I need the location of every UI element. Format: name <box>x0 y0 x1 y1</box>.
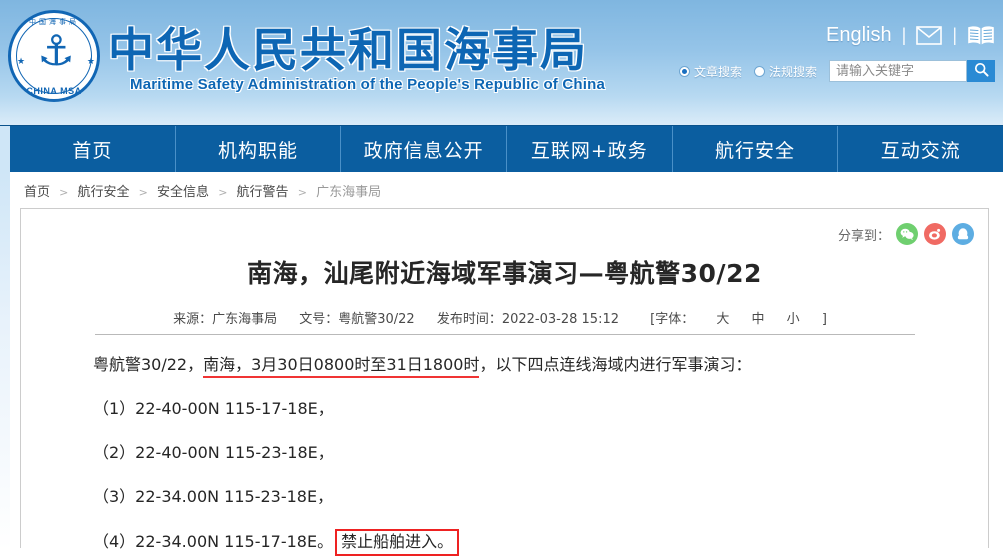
search-icon <box>974 62 989 80</box>
nav-item-functions[interactable]: 机构职能 <box>176 126 342 172</box>
breadcrumb-item-navigation-safety[interactable]: 航行安全 <box>78 185 130 200</box>
radio-regulation-icon[interactable] <box>753 65 765 77</box>
font-size-controls: [字体： 大 中 小 ] <box>641 312 836 327</box>
article-meta: 来源：广东海事局 文号：粤航警30/22 发布时间：2022-03-28 15:… <box>155 308 855 327</box>
article-source: 来源：广东海事局 <box>173 312 278 327</box>
no-entry-warning: 禁止船舶进入。 <box>335 529 460 556</box>
content-area: 首页 > 航行安全 > 安全信息 > 航行警告 > 广东海事局 分享到： 南海，… <box>10 172 1003 556</box>
nav-item-interaction[interactable]: 互动交流 <box>838 126 1003 172</box>
star-icon-right: ★ <box>86 56 95 66</box>
search-option-article-label: 文章搜索 <box>693 64 742 79</box>
nav-item-home[interactable]: 首页 <box>10 126 176 172</box>
share-row: 分享到： <box>838 223 974 245</box>
radio-article-icon[interactable] <box>678 65 690 77</box>
breadcrumb: 首页 > 航行安全 > 安全信息 > 航行警告 > 广东海事局 <box>10 172 1003 208</box>
coordinate-item-4: （4）22-34.00N 115-17-18E。 禁止船舶进入。 <box>93 529 958 556</box>
article-panel: 分享到： 南海，汕尾附近海域军事演习—粤航警30/22 来源：广东海事局 文号：… <box>20 208 989 556</box>
breadcrumb-separator: > <box>59 186 69 199</box>
font-size-prefix: [字体： <box>650 312 695 327</box>
coordinate-item-1: （1）22-40-00N 115-17-18E， <box>93 399 334 418</box>
coordinate-item-2: （2）22-40-00N 115-23-18E， <box>93 443 334 462</box>
page-body: 首页 > 航行安全 > 安全信息 > 航行警告 > 广东海事局 分享到： 南海，… <box>0 172 1003 556</box>
article-body: 粤航警30/22，南海，3月30日0800时至31日1800时，以下四点连线海域… <box>21 335 988 556</box>
font-size-small[interactable]: 小 <box>787 312 800 327</box>
envelope-icon[interactable] <box>916 26 943 45</box>
search-option-regulation[interactable]: 法规搜索 <box>753 63 817 80</box>
breadcrumb-item-navigation-warning[interactable]: 航行警告 <box>237 185 289 200</box>
anchor-icon: ⚓ <box>37 27 75 74</box>
font-size-medium[interactable]: 中 <box>752 312 765 327</box>
article-publish-time: 发布时间：2022-03-28 15:12 <box>436 312 619 327</box>
separator-1: | <box>901 25 907 45</box>
star-icon-left: ★ <box>17 56 26 66</box>
separator-2: | <box>952 25 957 45</box>
search-option-article[interactable]: 文章搜索 <box>678 63 742 80</box>
site-subtitle: Maritime Safety Administration of the Pe… <box>130 76 606 93</box>
site-logo[interactable]: 中国海事局 ⚓ ★ ★ CHINA MSA <box>8 10 104 106</box>
breadcrumb-item-home[interactable]: 首页 <box>24 185 50 200</box>
article-paragraph-1: 粤航警30/22，南海，3月30日0800时至31日1800时，以下四点连线海域… <box>93 353 958 378</box>
breadcrumb-item-safety-info[interactable]: 安全信息 <box>157 185 209 200</box>
share-weibo-icon[interactable] <box>924 223 946 245</box>
site-header: 中国海事局 ⚓ ★ ★ CHINA MSA 中华人民共和国海事局 Maritim… <box>0 0 1003 125</box>
main-navigation: 首页 机构职能 政府信息公开 互联网+政务 航行安全 互动交流 <box>0 125 1003 172</box>
coordinate-item-4-text: （4）22-34.00N 115-17-18E。 <box>93 532 334 551</box>
search-bar: 文章搜索 法规搜索 <box>678 60 995 82</box>
font-size-suffix: ] <box>821 312 827 327</box>
article-doc-number: 文号：粤航警30/22 <box>299 312 415 327</box>
share-qq-icon[interactable] <box>952 223 974 245</box>
nav-item-gov-info[interactable]: 政府信息公开 <box>341 126 508 172</box>
search-button[interactable] <box>967 60 995 82</box>
site-title: 中华人民共和国海事局 <box>108 23 588 77</box>
paragraph-1-suffix: ，以下四点连线海域内进行军事演习： <box>479 355 752 374</box>
breadcrumb-separator: > <box>297 186 307 199</box>
paragraph-1-highlight: 南海，3月30日0800时至31日1800时 <box>203 355 480 378</box>
breadcrumb-item-guangdong-msa[interactable]: 广东海事局 <box>316 185 381 200</box>
breadcrumb-separator: > <box>218 186 228 199</box>
paragraph-1-prefix: 粤航警30/22， <box>93 355 204 374</box>
header-top-links: English | | <box>826 24 995 47</box>
nav-item-internet-gov[interactable]: 互联网+政务 <box>507 126 673 172</box>
font-size-large[interactable]: 大 <box>716 312 729 327</box>
nav-left-spacer <box>0 126 10 172</box>
share-label: 分享到： <box>837 228 890 244</box>
book-icon[interactable] <box>967 25 995 46</box>
left-decor-strip <box>0 172 10 551</box>
share-wechat-icon[interactable] <box>896 223 918 245</box>
nav-item-navigation-safety[interactable]: 航行安全 <box>673 126 839 172</box>
breadcrumb-separator: > <box>138 186 148 199</box>
article-title: 南海，汕尾附近海域军事演习—粤航警30/22 <box>247 259 762 288</box>
search-input[interactable] <box>829 60 967 82</box>
english-link[interactable]: English <box>826 24 892 47</box>
logo-top-text: 中国海事局 <box>29 18 79 26</box>
logo-bottom-text: CHINA MSA <box>26 86 82 96</box>
search-option-regulation-label: 法规搜索 <box>768 64 817 79</box>
coordinate-item-3: （3）22-34.00N 115-23-18E， <box>93 487 334 506</box>
